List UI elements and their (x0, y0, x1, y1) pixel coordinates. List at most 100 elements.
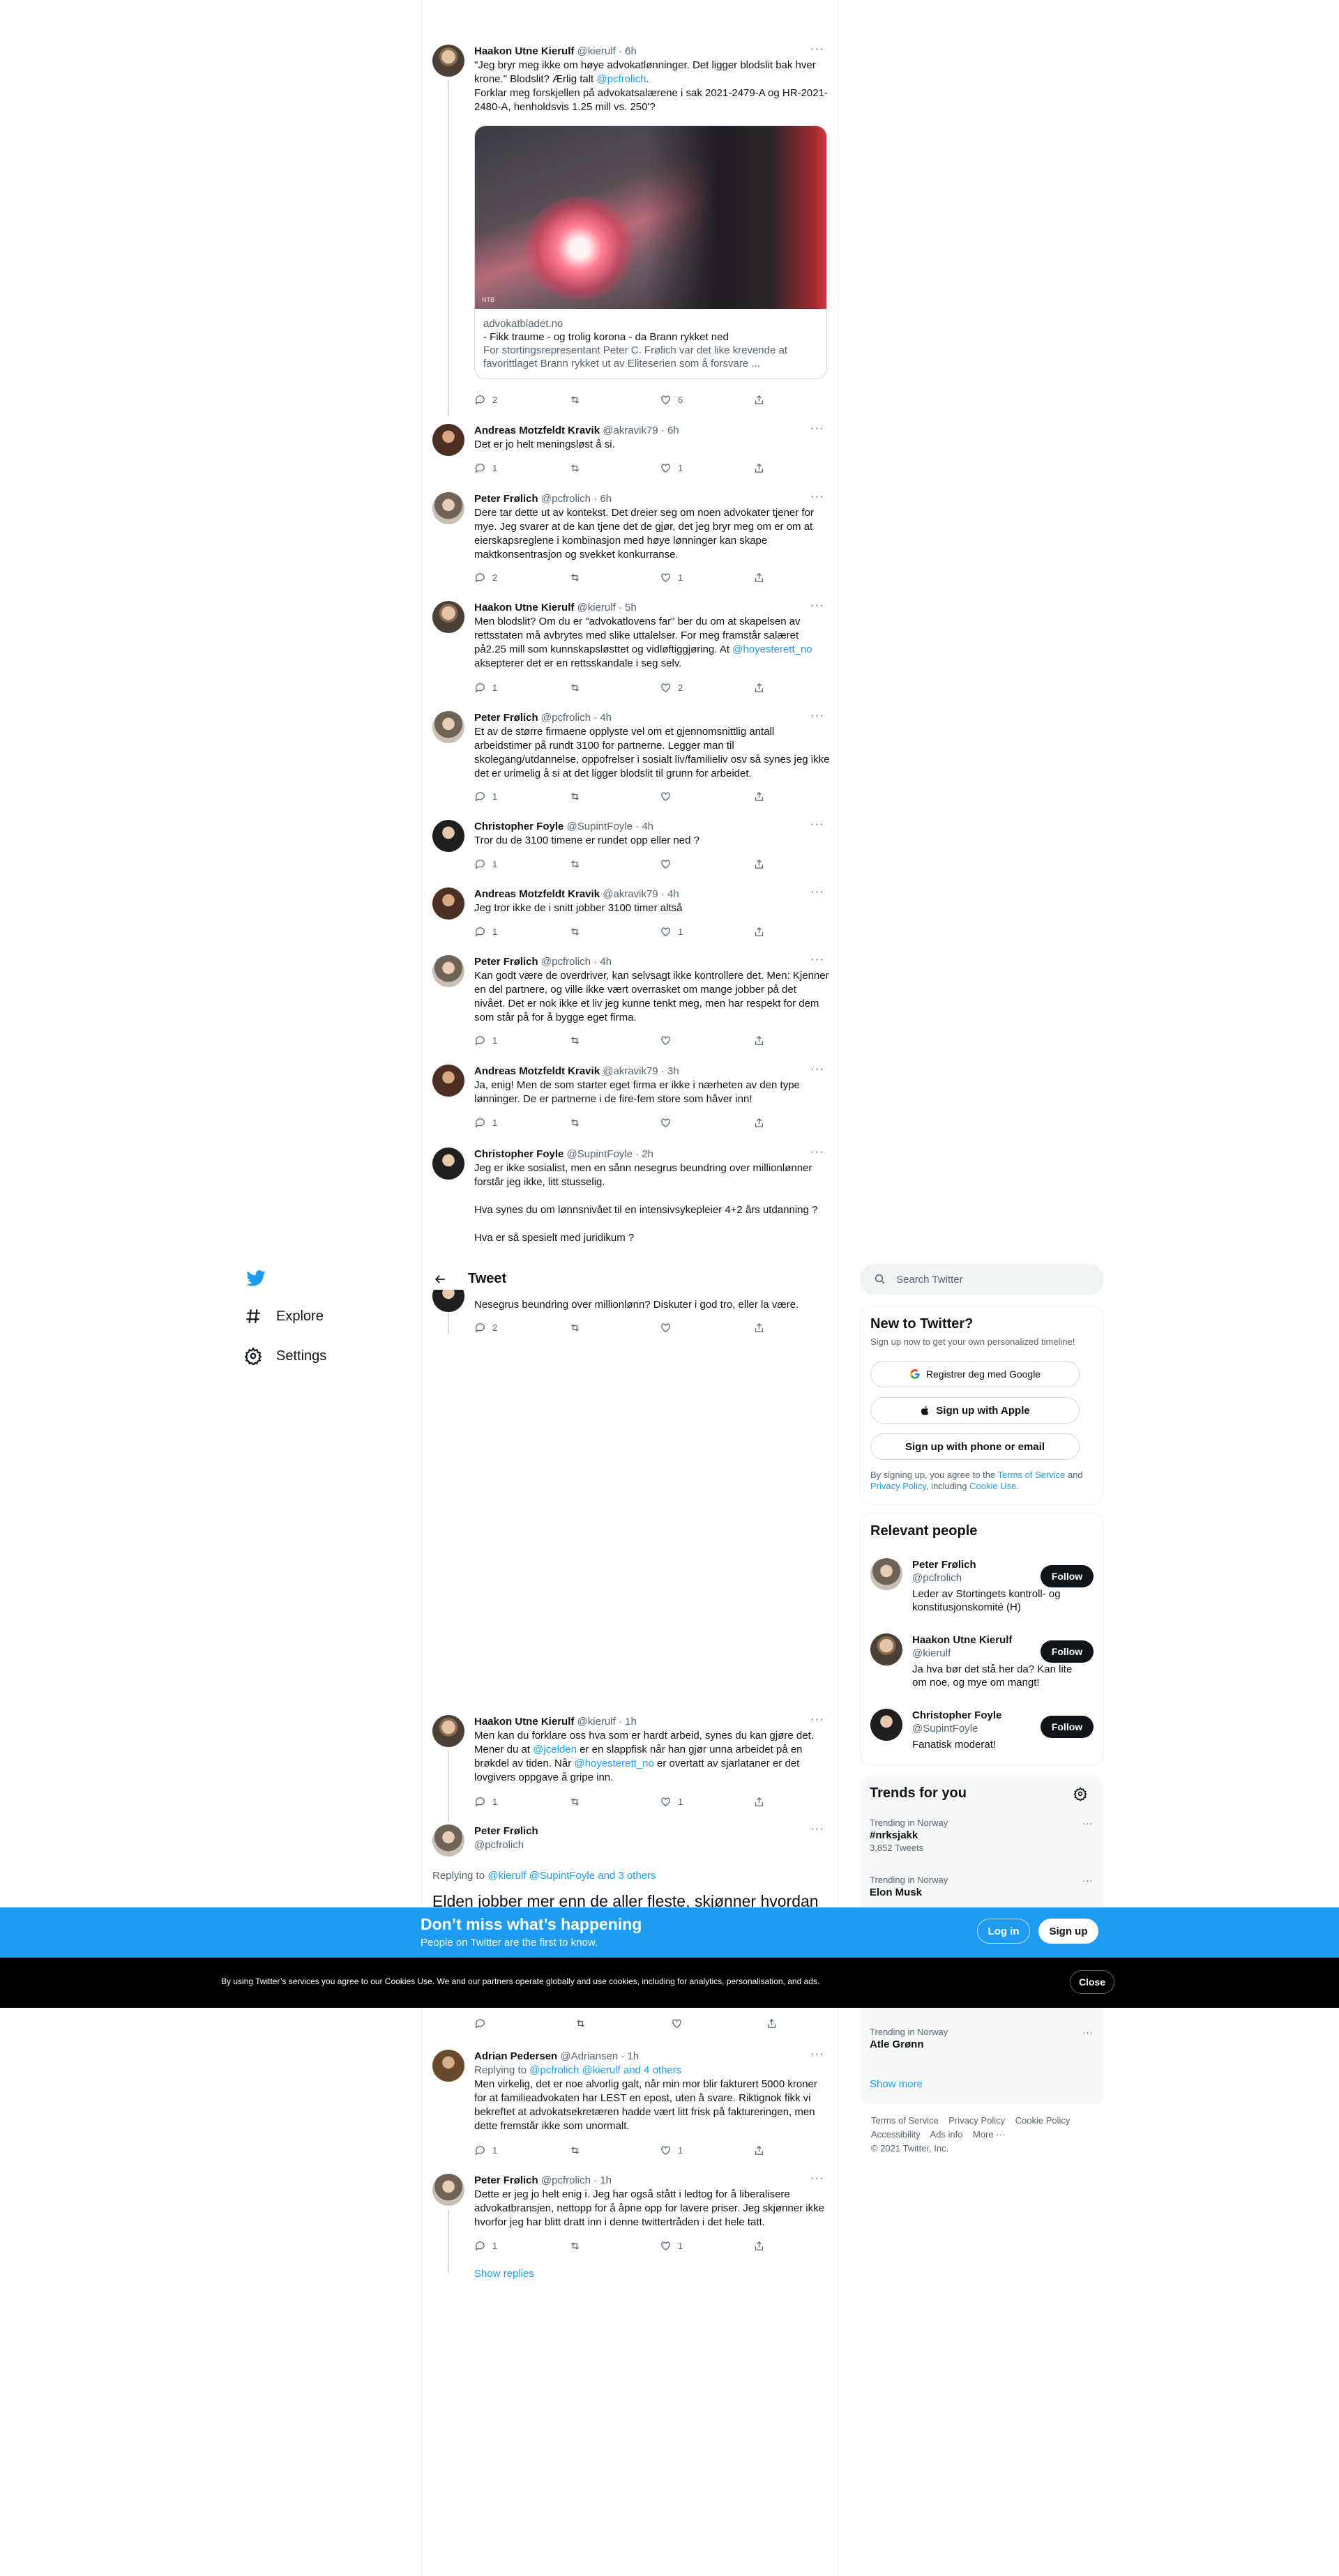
like-button[interactable]: 1 (660, 462, 683, 474)
person-handle[interactable]: @pcfrolich (912, 1571, 1031, 1585)
tweet-time[interactable]: 4h (600, 712, 612, 724)
avatar[interactable] (870, 1558, 902, 1590)
retweet-button[interactable] (569, 572, 587, 584)
footer-accessibility[interactable]: Accessibility (871, 2129, 921, 2140)
footer-ads[interactable]: Ads info (930, 2129, 963, 2140)
tweet-author[interactable]: Haakon Utne Kierulf (474, 45, 574, 57)
like-button[interactable]: 2 (660, 682, 683, 694)
like-button[interactable]: 6 (660, 394, 683, 406)
more-icon[interactable]: ··· (810, 489, 824, 503)
share-button[interactable] (753, 1035, 765, 1046)
tweet-handle[interactable]: @SupintFoyle (567, 821, 633, 832)
tweet-author[interactable]: Haakon Utne Kierulf (474, 602, 574, 613)
tweet[interactable]: Christopher Foyle @SupintFoyle · 4h ··· … (432, 817, 830, 876)
like-button[interactable]: 1 (660, 1796, 683, 1808)
tweet-author[interactable]: Peter Frølich (474, 712, 538, 724)
twitter-logo-icon[interactable] (244, 1267, 268, 1288)
share-button[interactable] (753, 1796, 765, 1808)
reply-button[interactable]: 2 (474, 394, 497, 406)
avatar[interactable] (432, 955, 464, 987)
mention-link[interactable]: @hoyesterett_no (574, 1758, 653, 1769)
reply-button[interactable]: 1 (474, 791, 497, 802)
like-button[interactable] (660, 791, 678, 802)
apple-signup-button[interactable]: Sign up with Apple (870, 1397, 1080, 1424)
more-icon[interactable]: ··· (810, 1148, 824, 1159)
share-button[interactable] (753, 926, 765, 938)
tweet-time[interactable]: 6h (600, 493, 612, 505)
reply-button[interactable]: 1 (474, 2240, 497, 2252)
reply-button[interactable]: 1 (474, 462, 497, 474)
follow-button[interactable]: Follow (1041, 1716, 1094, 1738)
tweet-handle[interactable]: @SupintFoyle (567, 1148, 633, 1160)
nav-settings[interactable]: Settings (244, 1347, 326, 1365)
person-handle[interactable]: @kierulf (912, 1647, 1031, 1660)
tweet-author[interactable]: Adrian Pedersen (474, 2050, 557, 2062)
link-card[interactable]: NTB advokatbladet.no - Fikk traume - og … (474, 125, 827, 379)
person-name[interactable]: Haakon Utne Kierulf (912, 1633, 1031, 1647)
person-name[interactable]: Peter Frølich (912, 1558, 1031, 1571)
tweet[interactable]: Haakon Utne Kierulf @kierulf · 6h ··· "J… (432, 42, 830, 416)
avatar[interactable] (432, 45, 464, 77)
like-button[interactable]: 1 (660, 926, 683, 938)
show-more-link[interactable]: Show more (870, 2078, 923, 2090)
more-icon[interactable]: ··· (810, 2047, 824, 2061)
retweet-button[interactable] (569, 1035, 587, 1046)
more-icon[interactable]: ··· (810, 2171, 824, 2185)
share-button[interactable] (753, 682, 765, 694)
like-button[interactable] (660, 858, 678, 870)
settings-gear-icon[interactable] (1073, 1787, 1087, 1801)
share-button[interactable] (753, 462, 765, 474)
tweet[interactable]: Peter Frølich @pcfrolich · 6h ··· Dere t… (432, 489, 830, 590)
avatar[interactable] (432, 1715, 464, 1747)
tweet-author[interactable]: Christopher Foyle (474, 821, 563, 832)
footer-privacy[interactable]: Privacy Policy (948, 2115, 1005, 2126)
tweet[interactable]: Andreas Motzfeldt Kravik @akravik79 · 3h… (432, 1062, 830, 1134)
more-icon[interactable]: ··· (810, 817, 824, 831)
tweet-time[interactable]: 1h (625, 1716, 637, 1728)
reply-button[interactable]: 1 (474, 682, 497, 694)
trend-item[interactable]: Trending in Norway Atle Grønn ··· (870, 2027, 1093, 2052)
tweet[interactable]: Peter Frølich @pcfrolich · 1h ··· Dette … (432, 2171, 830, 2273)
avatar[interactable] (432, 2050, 464, 2082)
like-button[interactable]: 1 (660, 2240, 683, 2252)
reply-button[interactable]: 2 (474, 572, 497, 584)
tweet-handle[interactable]: @pcfrolich (541, 493, 591, 505)
tweet[interactable]: Peter Frølich @pcfrolich · 4h ··· Et av … (432, 708, 830, 809)
mention-link[interactable]: @hoyesterett_no (732, 643, 812, 655)
tweet-time[interactable]: 4h (667, 888, 679, 900)
avatar[interactable] (432, 492, 464, 524)
like-button[interactable] (660, 1117, 678, 1129)
more-icon[interactable]: ··· (1082, 2027, 1093, 2038)
tweet-handle[interactable]: @pcfrolich (541, 956, 591, 968)
like-button[interactable] (660, 1322, 678, 1334)
tweet[interactable]: Adrian Pedersen @Adriansen · 1h ··· Repl… (432, 2047, 830, 2161)
reply-button[interactable]: 1 (474, 2144, 497, 2156)
tweet-author[interactable]: Christopher Foyle (474, 1148, 563, 1160)
terms-link[interactable]: Terms of Service (998, 1470, 1066, 1480)
share-button[interactable] (753, 572, 765, 584)
footer-more[interactable]: More ··· (973, 2129, 1005, 2140)
retweet-button[interactable] (569, 926, 587, 938)
avatar[interactable] (432, 1065, 464, 1097)
more-icon[interactable]: ··· (810, 1062, 824, 1076)
google-signup-button[interactable]: Registrer deg med Google (870, 1361, 1080, 1387)
tweet-handle[interactable]: @Adriansen (560, 2050, 618, 2062)
tweet-time[interactable]: 3h (667, 1065, 679, 1077)
retweet-button[interactable] (569, 1796, 587, 1808)
tweet-author[interactable]: Andreas Motzfeldt Kravik (474, 425, 600, 436)
tweet-handle[interactable]: @akravik79 (603, 1065, 658, 1077)
tweet-handle[interactable]: @kierulf (577, 1716, 616, 1728)
more-icon[interactable]: ··· (810, 598, 824, 612)
nav-explore[interactable]: Explore (244, 1307, 324, 1325)
person-name[interactable]: Christopher Foyle (912, 1709, 1031, 1722)
footer-terms[interactable]: Terms of Service (871, 2115, 939, 2126)
tweet-time[interactable]: 6h (667, 425, 679, 436)
share-button[interactable] (766, 2018, 778, 2029)
tweet-author[interactable]: Haakon Utne Kierulf (474, 1716, 574, 1728)
more-icon[interactable]: ··· (1082, 1875, 1093, 1887)
signup-button[interactable]: Sign up (1038, 1919, 1098, 1944)
tweet-time[interactable]: 1h (628, 2050, 640, 2062)
tweet[interactable]: Haakon Utne Kierulf @kierulf · 1h ··· Me… (432, 1712, 830, 1821)
share-button[interactable] (753, 858, 765, 870)
tweet-time[interactable]: 6h (625, 45, 637, 57)
